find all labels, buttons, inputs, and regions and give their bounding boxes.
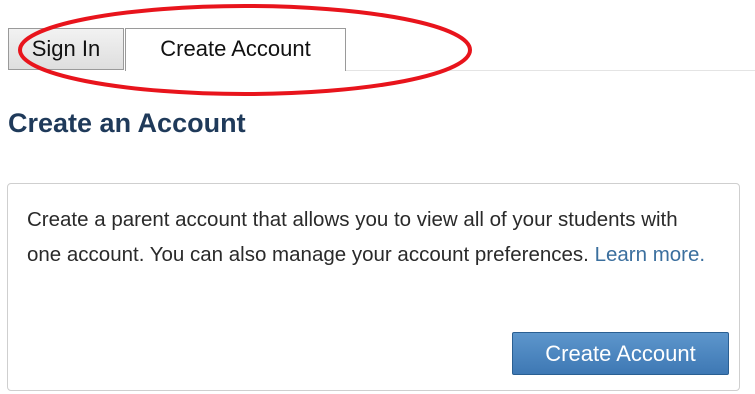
- create-account-page: Sign In Create Account Create an Account…: [0, 0, 755, 394]
- page-title: Create an Account: [8, 108, 246, 138]
- learn-more-link[interactable]: Learn more.: [595, 243, 706, 266]
- tab-create-account[interactable]: Create Account: [125, 28, 346, 71]
- create-account-button[interactable]: Create Account: [512, 332, 729, 375]
- tab-bar-divider: [346, 70, 755, 71]
- create-account-panel: Create a parent account that allows you …: [7, 183, 740, 391]
- panel-description: Create a parent account that allows you …: [27, 202, 717, 272]
- tab-sign-in[interactable]: Sign In: [8, 28, 124, 70]
- tab-bar: Sign In Create Account: [0, 0, 755, 72]
- description-text: Create a parent account that allows you …: [27, 208, 678, 266]
